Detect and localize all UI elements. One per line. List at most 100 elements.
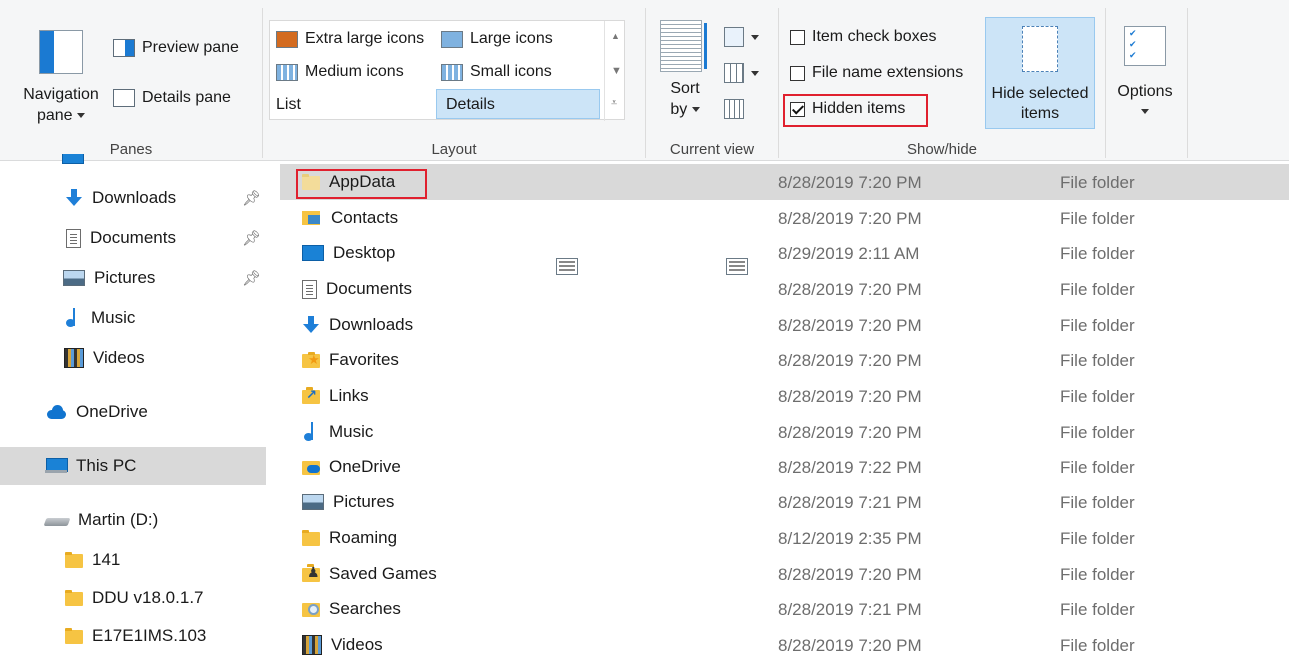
file-name: Saved Games — [329, 564, 437, 583]
table-row[interactable]: Videos 8/28/2019 7:20 PM File folder — [280, 627, 1289, 657]
file-type: File folder — [1060, 209, 1135, 228]
nav-item-music[interactable]: Music — [0, 300, 266, 336]
navigation-pane-label: Navigation — [23, 86, 99, 103]
file-type: File folder — [1060, 280, 1135, 299]
file-name: Documents — [326, 279, 412, 298]
contacts-icon — [302, 211, 322, 225]
file-date: 8/28/2019 7:21 PM — [778, 493, 922, 512]
table-row[interactable]: Pictures 8/28/2019 7:21 PM File folder — [280, 484, 1289, 520]
table-row[interactable]: Searches 8/28/2019 7:21 PM File folder — [280, 591, 1289, 627]
preview-pane-icon — [113, 39, 135, 57]
details-pane-icon — [113, 89, 135, 107]
nav-item-label: Documents — [90, 228, 176, 247]
table-row[interactable]: OneDrive 8/28/2019 7:22 PM File folder — [280, 449, 1289, 485]
nav-item-label: Videos — [93, 348, 145, 367]
file-date: 8/28/2019 7:20 PM — [778, 316, 922, 335]
table-row[interactable]: Contacts 8/28/2019 7:20 PM File folder — [280, 200, 1289, 236]
show-hide-group: Show/hide — [779, 0, 1105, 161]
file-name: Videos — [331, 635, 383, 654]
desktop-icon — [62, 154, 84, 164]
file-name: Searches — [329, 599, 401, 618]
preview-pane-button[interactable]: Preview pane — [113, 39, 239, 57]
table-row[interactable]: Links 8/28/2019 7:20 PM File folder — [280, 378, 1289, 414]
nav-item-documents[interactable]: Documents 📌︎ — [0, 220, 266, 256]
table-row[interactable]: Desktop 8/29/2019 2:11 AM File folder — [280, 235, 1289, 271]
table-row[interactable]: Music 8/28/2019 7:20 PM File folder — [280, 414, 1289, 450]
navigation-pane-button[interactable]: Navigation pane — [18, 30, 104, 126]
file-date: 8/12/2019 2:35 PM — [778, 529, 922, 548]
ribbon: Navigation pane Preview pane Details pan… — [0, 0, 1289, 275]
layout-group-label: Layout — [431, 141, 477, 158]
file-name: Contacts — [331, 208, 399, 227]
pin-icon[interactable]: 📌︎ — [242, 229, 261, 247]
current-view-group: Current view — [646, 0, 778, 161]
nav-item-label: Pictures — [94, 268, 156, 287]
file-type: File folder — [1060, 458, 1135, 477]
pictures-icon — [302, 494, 324, 510]
nav-item-videos[interactable]: Videos — [0, 340, 266, 376]
file-type: File folder — [1060, 600, 1135, 619]
desktop-icon — [302, 245, 324, 261]
pictures-icon — [63, 270, 85, 286]
file-name: Downloads — [329, 315, 414, 334]
clipped-desktop-item — [62, 154, 142, 164]
nav-item-folder[interactable]: E17E1IMS.103 — [0, 618, 266, 654]
file-type: File folder — [1060, 244, 1135, 263]
pin-icon[interactable]: 📌︎ — [242, 269, 261, 287]
options-label: Options — [1117, 83, 1173, 100]
file-type: File folder — [1060, 316, 1135, 335]
downloads-icon — [65, 189, 83, 207]
navigation-pane-icon — [39, 30, 83, 74]
table-row[interactable]: Downloads 8/28/2019 7:20 PM File folder — [280, 307, 1289, 343]
saved-games-icon — [302, 564, 320, 582]
file-name: Pictures — [333, 492, 395, 511]
nav-item-this-pc[interactable]: This PC — [0, 447, 266, 485]
table-row[interactable]: Documents 8/28/2019 7:20 PM File folder — [280, 271, 1289, 307]
nav-item-label: OneDrive — [76, 402, 148, 421]
table-row[interactable]: Roaming 8/12/2019 2:35 PM File folder — [280, 520, 1289, 556]
table-row[interactable]: AppData 8/28/2019 7:20 PM File folder — [280, 164, 1289, 200]
file-name: Links — [329, 386, 369, 405]
file-name: Music — [329, 422, 374, 441]
file-type: File folder — [1060, 493, 1135, 512]
nav-item-folder[interactable]: 141 — [0, 542, 266, 578]
nav-item-label: Martin (D:) — [78, 510, 159, 529]
file-date: 8/28/2019 7:22 PM — [778, 458, 922, 477]
pin-icon[interactable]: 📌︎ — [242, 189, 261, 207]
onedrive-icon — [45, 405, 67, 419]
file-date: 8/28/2019 7:20 PM — [778, 636, 922, 655]
table-row[interactable]: Favorites 8/28/2019 7:20 PM File folder — [280, 342, 1289, 378]
documents-icon — [302, 279, 317, 299]
onedrive-folder-icon — [302, 459, 320, 475]
file-date: 8/28/2019 7:20 PM — [778, 423, 922, 442]
file-name: Roaming — [329, 528, 398, 547]
searches-icon — [302, 601, 320, 617]
nav-item-martin-drive[interactable]: Martin (D:) — [0, 502, 266, 538]
computer-icon — [45, 458, 68, 474]
file-date: 8/28/2019 7:20 PM — [778, 173, 922, 192]
drive-icon — [45, 514, 69, 526]
navigation-pane: Downloads 📌︎ Documents 📌︎ Pictures 📌︎ Mu… — [0, 154, 272, 657]
appdata-highlight-box — [296, 169, 427, 199]
nav-item-pictures[interactable]: Pictures 📌︎ — [0, 260, 266, 296]
options-button[interactable]: Options — [1112, 26, 1178, 122]
file-date: 8/28/2019 7:20 PM — [778, 565, 922, 584]
downloads-icon — [302, 316, 320, 334]
file-name: Desktop — [333, 243, 396, 262]
table-row[interactable]: Saved Games 8/28/2019 7:20 PM File folde… — [280, 556, 1289, 592]
nav-item-label: Downloads — [92, 188, 177, 207]
nav-item-folder[interactable]: DDU v18.0.1.7 — [0, 580, 266, 616]
file-list: AppData 8/28/2019 7:20 PM File folder Co… — [280, 162, 1289, 657]
links-icon — [302, 387, 320, 404]
details-pane-button[interactable]: Details pane — [113, 89, 231, 107]
divider — [1187, 8, 1188, 158]
file-type: File folder — [1060, 565, 1135, 584]
nav-item-downloads[interactable]: Downloads 📌︎ — [0, 180, 266, 216]
nav-item-label: DDU v18.0.1.7 — [92, 588, 204, 607]
nav-item-onedrive[interactable]: OneDrive — [0, 394, 266, 430]
layout-group: Layout — [263, 0, 645, 161]
file-date: 8/28/2019 7:20 PM — [778, 387, 922, 406]
preview-pane-label: Preview pane — [142, 39, 239, 56]
favorites-icon — [302, 352, 320, 368]
nav-item-label: 141 — [92, 550, 121, 569]
